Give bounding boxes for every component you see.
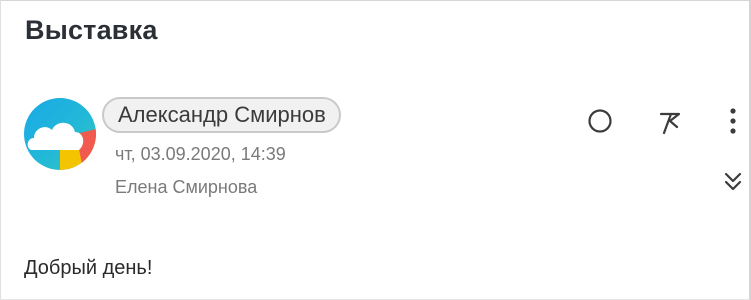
message-body: Добрый день! bbox=[24, 257, 153, 279]
flag-button[interactable] bbox=[655, 106, 685, 136]
circle-icon bbox=[588, 109, 612, 133]
mark-read-button[interactable] bbox=[586, 107, 614, 135]
more-actions-button[interactable] bbox=[723, 105, 743, 137]
flag-icon bbox=[659, 112, 681, 135]
more-vertical-icon bbox=[730, 108, 736, 134]
sender-chip[interactable]: Александр Смирнов bbox=[102, 97, 341, 133]
chevron-double-down-icon bbox=[724, 172, 742, 191]
message-view: Выставка Александр Смирнов чт, 03.09.202… bbox=[0, 0, 751, 300]
expand-details-button[interactable] bbox=[721, 169, 745, 195]
message-subject: Выставка bbox=[25, 15, 158, 45]
recipient-name[interactable]: Елена Смирнова bbox=[115, 177, 257, 198]
message-date: чт, 03.09.2020, 14:39 bbox=[115, 144, 286, 164]
cloud-logo-icon bbox=[24, 98, 96, 170]
sender-avatar[interactable] bbox=[24, 98, 96, 170]
